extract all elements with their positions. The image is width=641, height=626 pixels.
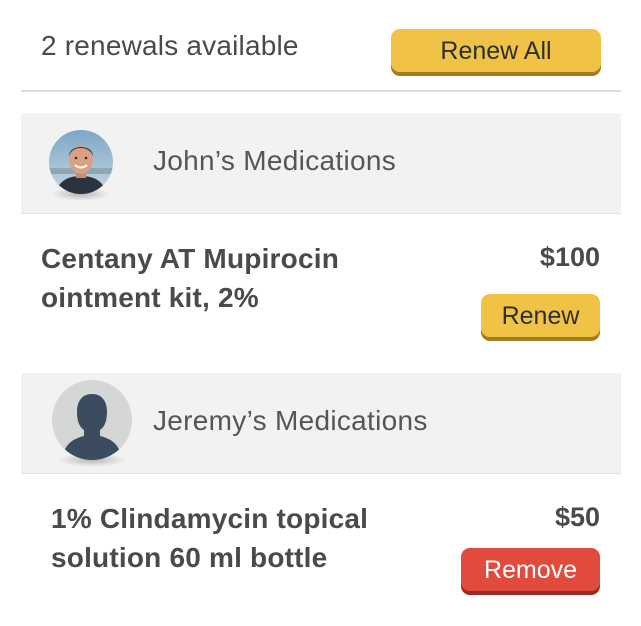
jeremy-avatar (52, 380, 132, 460)
medication-name-line2: solution 60 ml bottle (51, 542, 328, 573)
medication-name-line1: 1% Clindamycin topical (51, 503, 369, 534)
medication-row-jeremy: 1% Clindamycin topical solution 60 ml bo… (21, 475, 621, 626)
renew-all-button[interactable]: Renew All (391, 29, 601, 72)
john-avatar (49, 130, 113, 194)
section-header-jeremy: Jeremy’s Medications (21, 373, 621, 474)
default-person-icon (52, 380, 132, 460)
renew-button[interactable]: Renew (481, 294, 600, 337)
section-title-john: John’s Medications (153, 145, 397, 176)
john-photo-icon (49, 130, 113, 194)
renewals-screen: 2 renewals available Renew All John’s Me… (0, 0, 641, 626)
renewals-count-text: 2 renewals available (41, 30, 299, 61)
section-header-john: John’s Medications (21, 113, 621, 214)
remove-button[interactable]: Remove (461, 548, 600, 591)
section-title-jeremy: Jeremy’s Medications (153, 405, 428, 436)
medication-price: $50 (554, 502, 600, 532)
medication-name: Centany AT Mupirocin ointment kit, 2% (41, 239, 441, 317)
medication-row-john: Centany AT Mupirocin ointment kit, 2% $1… (21, 215, 621, 373)
medication-price: $100 (539, 242, 600, 272)
medication-name-line1: Centany AT Mupirocin (41, 243, 339, 274)
medication-name: 1% Clindamycin topical solution 60 ml bo… (51, 499, 451, 577)
medication-name-line2: ointment kit, 2% (41, 282, 259, 313)
renewals-summary-bar: 2 renewals available Renew All (21, 0, 621, 92)
